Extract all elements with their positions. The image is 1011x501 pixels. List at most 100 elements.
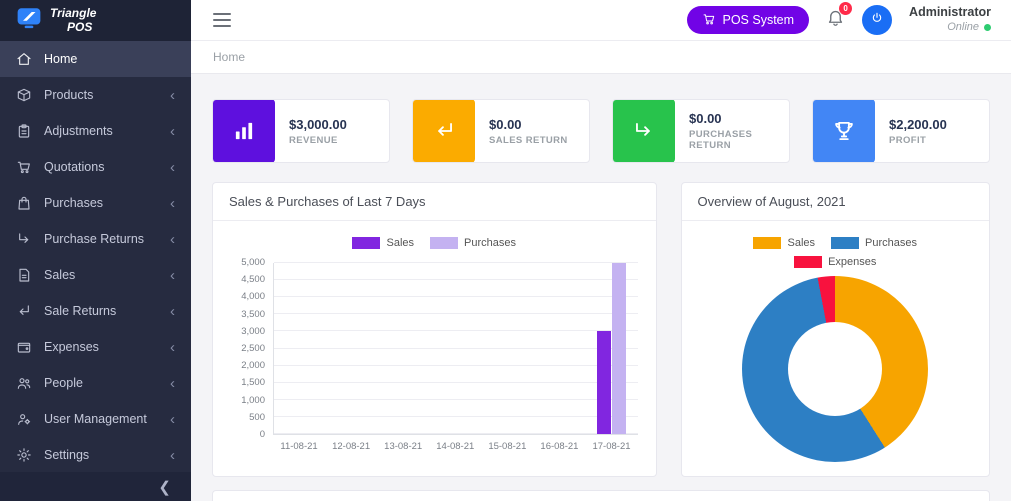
stat-text: $3,000.00REVENUE	[289, 117, 347, 146]
user-avatar[interactable]	[862, 5, 892, 35]
user-menu[interactable]: Administrator Online	[909, 5, 991, 34]
plot-area	[273, 263, 638, 435]
sidebar-item-label: Settings	[44, 448, 89, 462]
stat-card-purchases-return[interactable]: $0.00PURCHASES RETURN	[612, 99, 790, 163]
chevron-left-icon: ‹	[170, 412, 175, 427]
sidebar-item-quotations[interactable]: Quotations ‹	[0, 149, 191, 185]
sidebar: Triangle POS HomeProducts‹Adjustments‹Qu…	[0, 0, 191, 501]
legend-label: Expenses	[828, 256, 876, 268]
legend-item-sales[interactable]: Sales	[352, 237, 414, 249]
bar-group-12-08-21	[326, 263, 378, 434]
donut-chart-body: Sales Purchases Expenses	[682, 221, 990, 476]
legend-item-purchases[interactable]: Purchases	[831, 237, 917, 249]
legend-label: Purchases	[865, 237, 917, 249]
y-tick-label: 1,000	[241, 395, 265, 406]
overview-chart-card: Overview of August, 2021 Sales Purchases E…	[681, 182, 991, 477]
breadcrumb-bar: Home	[191, 41, 1011, 74]
stat-amount: $3,000.00	[289, 117, 347, 132]
sidebar-item-purchases[interactable]: Purchases‹	[0, 185, 191, 221]
corner-down-right-icon	[613, 99, 675, 163]
sidebar-nav: Home Products ‹ Adjustments ‹ Quotations ‹ Purc…	[0, 41, 191, 472]
chevron-left-icon: ‹	[170, 304, 175, 319]
sidebar-item-label: Products	[44, 88, 93, 102]
y-tick-label: 500	[249, 412, 265, 423]
legend-item-sales[interactable]: Sales	[753, 237, 815, 249]
corner-down-left-icon	[413, 99, 475, 163]
sidebar-item-home[interactable]: Home	[0, 41, 191, 77]
bar-group-17-08-21	[586, 263, 638, 434]
sidebar-item-people[interactable]: People ‹	[0, 365, 191, 401]
sidebar-item-label: Home	[44, 52, 77, 66]
products-icon	[16, 87, 32, 103]
legend-swatch	[753, 237, 781, 249]
bar-group-16-08-21	[534, 263, 586, 434]
stat-text: $0.00PURCHASES RETURN	[689, 111, 789, 151]
stat-card-sales-return[interactable]: $0.00SALES RETURN	[412, 99, 590, 163]
bar-sales-17-08-21[interactable]	[597, 331, 611, 434]
user-name: Administrator	[909, 5, 991, 21]
sidebar-item-label: Sales	[44, 268, 75, 282]
sidebar-item-settings[interactable]: Settings ‹	[0, 437, 191, 472]
legend-swatch	[794, 256, 822, 268]
chevron-left-icon: ‹	[170, 448, 175, 463]
bar-purchases-17-08-21[interactable]	[612, 263, 626, 434]
sidebar-item-products[interactable]: Products ‹	[0, 77, 191, 113]
user-management-icon	[16, 411, 32, 427]
chevron-left-icon: ‹	[170, 268, 175, 283]
sidebar-item-purchase-returns[interactable]: Purchase Returns‹	[0, 221, 191, 257]
bar-chart: 5,0004,5004,0003,5003,0002,5002,0001,500…	[231, 263, 638, 435]
pos-system-button[interactable]: POS System	[687, 6, 810, 34]
chevron-left-icon: ‹	[170, 88, 175, 103]
donut-hole	[788, 322, 882, 416]
y-tick-label: 5,000	[241, 257, 265, 268]
breadcrumb[interactable]: Home	[213, 50, 245, 64]
sidebar-item-label: Adjustments	[44, 124, 113, 138]
menu-toggle-button[interactable]	[211, 9, 233, 31]
charts-row: Sales & Purchases of Last 7 Days Sales Pu…	[212, 182, 990, 477]
sidebar-item-label: Quotations	[44, 160, 104, 174]
sidebar-item-expenses[interactable]: Expenses‹	[0, 329, 191, 365]
sidebar-item-label: User Management	[44, 412, 147, 426]
chevron-left-icon: ❮	[158, 478, 171, 496]
sidebar-item-sale-returns[interactable]: Sale Returns‹	[0, 293, 191, 329]
sidebar-item-label: People	[44, 376, 83, 390]
chart-title: Sales & Purchases of Last 7 Days	[213, 183, 656, 221]
bar-chart-icon	[213, 99, 275, 163]
stat-amount: $0.00	[489, 117, 568, 132]
y-tick-label: 2,000	[241, 360, 265, 371]
chevron-left-icon: ‹	[170, 124, 175, 139]
bar-group-14-08-21	[430, 263, 482, 434]
trophy-icon	[813, 99, 875, 163]
legend-item-expenses[interactable]: Expenses	[794, 256, 876, 268]
legend-item-purchases[interactable]: Purchases	[430, 237, 516, 249]
sidebar-item-adjustments[interactable]: Adjustments ‹	[0, 113, 191, 149]
bar-chart-body: SalesPurchases5,0004,5004,0003,5003,0002…	[213, 221, 656, 476]
sidebar-collapse-button[interactable]: ❮	[0, 472, 191, 501]
stat-card-profit[interactable]: $2,200.00PROFIT	[812, 99, 990, 163]
bar-groups	[274, 263, 638, 434]
x-axis: 11-08-2112-08-2113-08-2114-08-2115-08-21…	[273, 441, 638, 452]
stat-card-revenue[interactable]: $3,000.00REVENUE	[212, 99, 390, 163]
sidebar-item-user-management[interactable]: User Management ‹	[0, 401, 191, 437]
app-name-line1: Triangle	[50, 6, 96, 20]
sidebar-item-sales[interactable]: Sales ‹	[0, 257, 191, 293]
y-tick-label: 3,000	[241, 326, 265, 337]
app-logo[interactable]: Triangle POS	[0, 0, 191, 41]
purchases-icon	[16, 195, 32, 211]
app-name: Triangle POS	[50, 7, 96, 35]
sidebar-item-label: Purchases	[44, 196, 103, 210]
y-tick-label: 2,500	[241, 343, 265, 354]
notifications-button[interactable]: 0	[826, 8, 845, 32]
donut-chart[interactable]	[742, 276, 928, 462]
topbar: POS System 0 Administrator Online	[191, 0, 1011, 41]
chevron-left-icon: ‹	[170, 160, 175, 175]
chevron-left-icon: ‹	[170, 376, 175, 391]
bar-group-13-08-21	[378, 263, 430, 434]
bar-chart-legend: Sales Purchases	[231, 237, 638, 249]
cart-icon	[702, 12, 716, 29]
chart-title: Overview of August, 2021	[682, 183, 990, 221]
adjustments-icon	[16, 123, 32, 139]
partial-card	[212, 490, 990, 501]
y-tick-label: 1,500	[241, 377, 265, 388]
stat-cards-row: $3,000.00REVENUE $0.00SALES RETURN $0.00PU…	[212, 99, 990, 163]
